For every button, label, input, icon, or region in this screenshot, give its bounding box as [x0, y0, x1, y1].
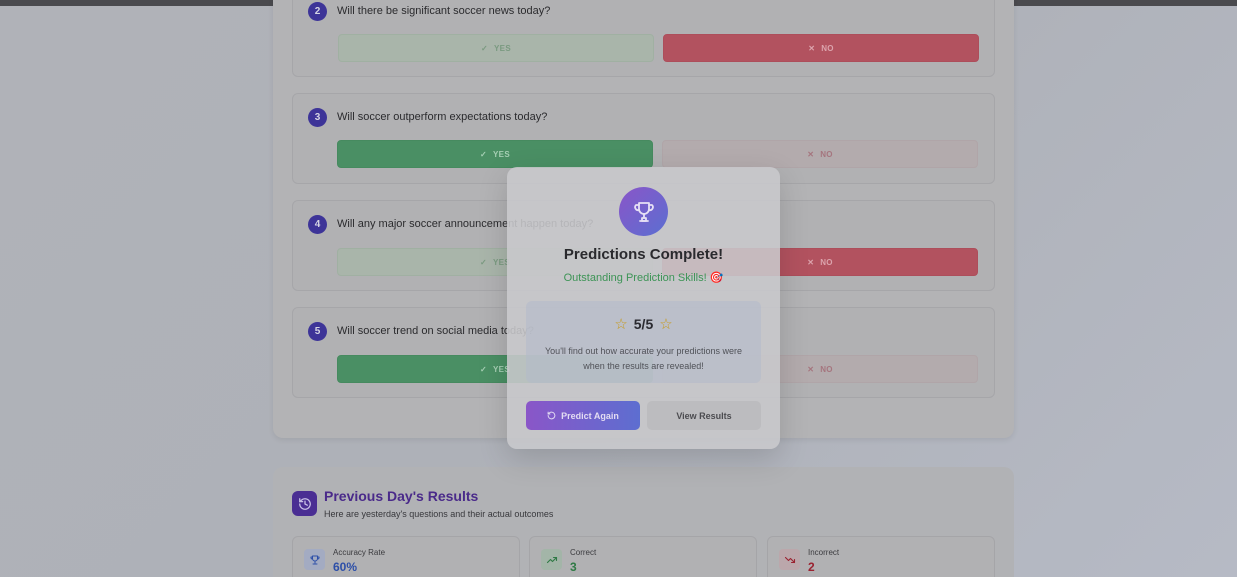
score-note: You'll find out how accurate your predic… — [545, 346, 742, 371]
results-subtitle: Here are yesterday's questions and their… — [324, 509, 554, 519]
view-results-button[interactable]: View Results — [647, 401, 761, 430]
question-text: Will soccer outperform expectations toda… — [337, 111, 548, 123]
score-box: ☆ 5/5 ☆ You'll find out how accurate you… — [526, 301, 761, 383]
stat-label: Correct — [570, 548, 597, 557]
results-title: Previous Day's Results — [324, 488, 479, 504]
stat-label: Accuracy Rate — [333, 548, 386, 557]
modal-subtitle: Outstanding Prediction Skills! 🎯 — [563, 272, 724, 284]
modal-title: Predictions Complete! — [563, 246, 724, 263]
stat-label: Incorrect — [808, 548, 840, 557]
trending-down-icon — [779, 549, 800, 570]
x-icon: ✕ — [807, 364, 815, 374]
no-button[interactable]: ✕ NO — [663, 34, 979, 62]
question-text: Will there be significant soccer news to… — [337, 5, 551, 17]
predictions-complete-modal: Predictions Complete! Outstanding Predic… — [507, 167, 780, 449]
history-icon — [292, 491, 317, 516]
refresh-icon — [547, 411, 556, 420]
trophy-icon — [619, 187, 668, 236]
no-button[interactable]: ✕ NO — [662, 140, 978, 168]
x-icon: ✕ — [807, 149, 815, 159]
stat-accuracy: Accuracy Rate 60% — [292, 536, 520, 577]
check-icon: ✓ — [481, 43, 489, 53]
yes-button[interactable]: ✓ YES — [338, 34, 654, 62]
yes-button[interactable]: ✓ YES — [337, 140, 653, 168]
x-icon: ✕ — [807, 257, 815, 267]
question-card: 2 Will there be significant soccer news … — [292, 0, 995, 77]
question-text: Will soccer trend on social media today? — [337, 325, 534, 337]
x-icon: ✕ — [808, 43, 816, 53]
star-icon: ☆ — [614, 315, 628, 333]
stat-incorrect: Incorrect 2 — [767, 536, 995, 577]
question-number: 4 — [308, 215, 327, 234]
stat-value: 60% — [333, 560, 358, 574]
trending-up-icon — [541, 549, 562, 570]
stat-value: 2 — [808, 560, 815, 574]
stat-correct: Correct 3 — [529, 536, 757, 577]
question-number: 5 — [308, 322, 327, 341]
question-number: 2 — [308, 2, 327, 21]
check-icon: ✓ — [480, 364, 488, 374]
check-icon: ✓ — [480, 149, 488, 159]
score-value: 5/5 — [633, 316, 654, 332]
trophy-icon — [304, 549, 325, 570]
question-number: 3 — [308, 108, 327, 127]
check-icon: ✓ — [480, 257, 488, 267]
stat-value: 3 — [570, 560, 577, 574]
star-icon: ☆ — [659, 315, 673, 333]
predict-again-button[interactable]: Predict Again — [526, 401, 640, 430]
